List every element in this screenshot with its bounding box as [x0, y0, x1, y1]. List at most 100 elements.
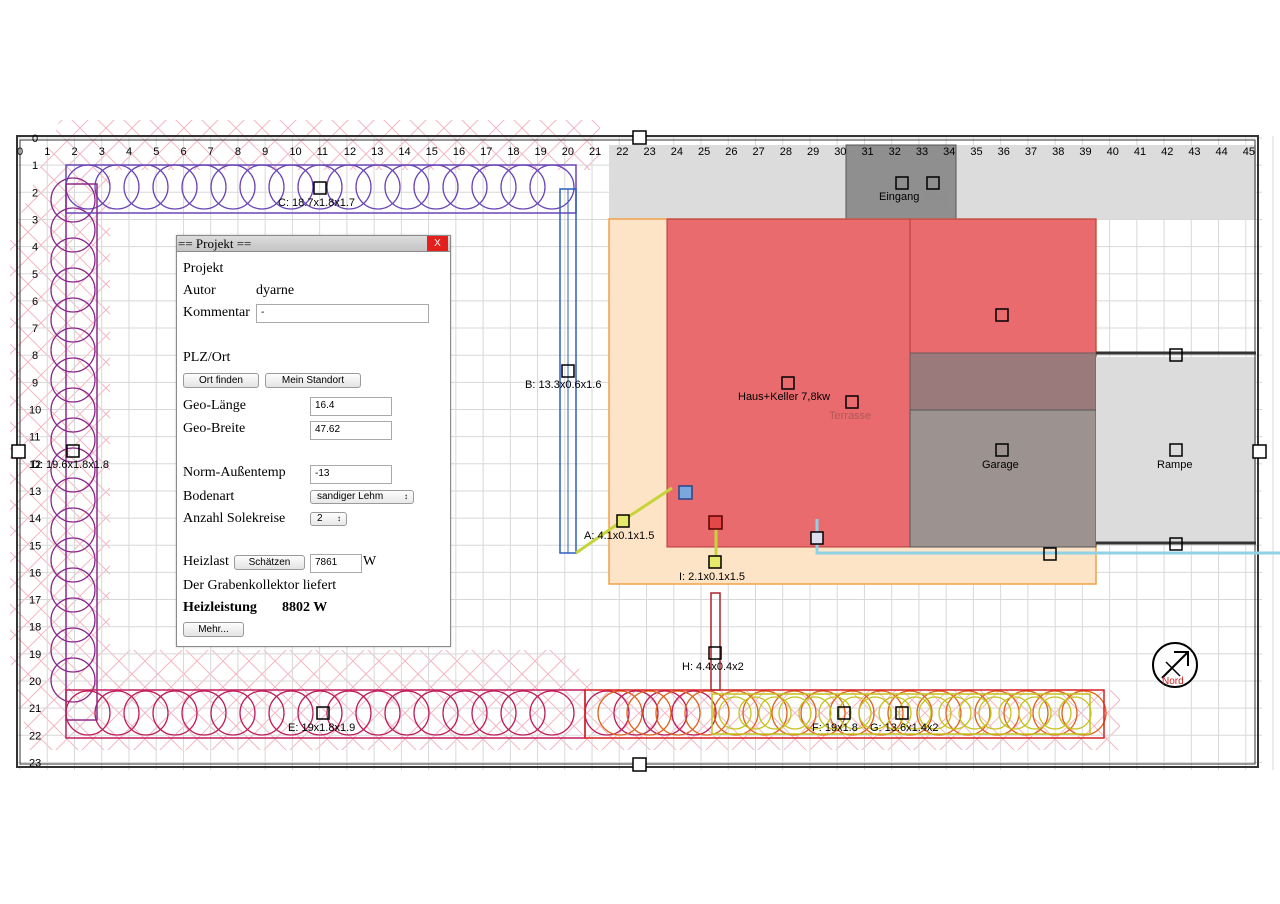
- panel-title-bar[interactable]: == Projekt == X: [177, 236, 450, 252]
- coil-loop: [938, 696, 972, 730]
- coil-loop: [413, 164, 459, 210]
- handle-square[interactable]: [632, 757, 647, 772]
- column-label: 35: [970, 146, 982, 158]
- column-label: 12: [344, 146, 356, 158]
- brine-select-value: 2: [317, 513, 323, 524]
- coil-loop: [50, 267, 96, 313]
- author-label: Autor: [183, 283, 216, 298]
- label-f: F: 19x1.8: [812, 722, 858, 734]
- room-area-top[interactable]: [909, 218, 1097, 354]
- row-label: 15: [29, 540, 41, 552]
- coil-loop: [210, 164, 256, 210]
- row-label: 16: [29, 567, 41, 579]
- collector-h[interactable]: [710, 592, 721, 691]
- coil-loop: [50, 657, 96, 703]
- row-label: 20: [29, 676, 41, 688]
- label-ramp: Rampe: [1157, 459, 1192, 471]
- column-label: 26: [725, 146, 737, 158]
- handle-square[interactable]: [708, 515, 723, 530]
- handle-square[interactable]: [11, 444, 26, 459]
- column-label: 20: [562, 146, 574, 158]
- coil-loop: [50, 237, 96, 283]
- column-label: 28: [780, 146, 792, 158]
- norm-temp-field[interactable]: -13: [310, 465, 392, 484]
- row-label: 1: [32, 160, 38, 172]
- coil-loop: [355, 164, 401, 210]
- comment-label: Kommentar: [183, 305, 250, 320]
- coil-loop: [50, 327, 96, 373]
- latitude-field[interactable]: 47.62: [310, 421, 392, 440]
- label-c: C: 18.7x1.8x1.7: [278, 197, 355, 209]
- label-path: Weg: [925, 192, 947, 204]
- column-label: 0: [17, 146, 23, 158]
- coil-loop: [529, 164, 575, 210]
- coil-loop: [181, 164, 227, 210]
- coil-loop: [442, 164, 488, 210]
- row-label: 2: [32, 187, 38, 199]
- house-area[interactable]: [666, 218, 911, 548]
- column-label: 1: [44, 146, 50, 158]
- column-label: 31: [861, 146, 873, 158]
- soil-select[interactable]: sandiger Lehm ↕: [310, 490, 414, 504]
- column-label: 38: [1052, 146, 1064, 158]
- handle-square[interactable]: [708, 555, 722, 569]
- brine-select[interactable]: 2 ↕: [310, 512, 347, 526]
- hatch-line: [1258, 110, 1280, 770]
- label-g: G: 13.6x1.4x2: [870, 722, 939, 734]
- heat-load-field[interactable]: 7861: [310, 554, 362, 573]
- column-label: 21: [589, 146, 601, 158]
- my-location-button[interactable]: Mein Standort: [265, 373, 361, 388]
- column-label: 22: [616, 146, 628, 158]
- hatch-line: [10, 120, 151, 750]
- supplies-text: Der Grabenkollektor liefert: [183, 578, 337, 593]
- comment-field[interactable]: -: [256, 304, 429, 323]
- column-label: 27: [752, 146, 764, 158]
- coil-loop: [1058, 696, 1092, 730]
- coil-loop: [529, 690, 575, 736]
- more-button[interactable]: Mehr...: [183, 622, 244, 637]
- row-label: 7: [32, 323, 38, 335]
- coil-loop: [384, 690, 430, 736]
- coil-loop: [123, 690, 169, 736]
- row-label: 4: [32, 242, 38, 254]
- row-label: 23: [29, 757, 41, 769]
- coil-loop: [442, 690, 488, 736]
- handle-square[interactable]: [810, 531, 824, 545]
- column-label: 32: [889, 146, 901, 158]
- coil-loop: [413, 690, 459, 736]
- column-label: 3: [99, 146, 105, 158]
- coil-loop: [181, 690, 227, 736]
- row-label: 10: [29, 405, 41, 417]
- coil-loop: [123, 164, 169, 210]
- soil-select-value: sandiger Lehm: [317, 491, 384, 502]
- column-label: 5: [153, 146, 159, 158]
- column-label: 45: [1243, 146, 1255, 158]
- garage-area[interactable]: [909, 409, 1097, 548]
- close-button[interactable]: X: [427, 236, 448, 251]
- transition-area[interactable]: [909, 352, 1097, 411]
- row-label: 13: [29, 486, 41, 498]
- ramp-area[interactable]: [1096, 357, 1256, 542]
- panel-title: == Projekt ==: [178, 236, 252, 251]
- row-label: 5: [32, 269, 38, 281]
- row-label: 19: [29, 649, 41, 661]
- column-label: 23: [644, 146, 656, 158]
- column-label: 24: [671, 146, 683, 158]
- find-location-button[interactable]: Ort finden: [183, 373, 259, 388]
- handle-square[interactable]: [1252, 444, 1267, 459]
- estimate-button[interactable]: Schätzen: [234, 555, 305, 570]
- handle-square[interactable]: [678, 485, 693, 500]
- handle-square[interactable]: [616, 514, 630, 528]
- row-label: 21: [29, 703, 41, 715]
- project-label: Projekt: [183, 261, 224, 276]
- soil-label: Bodenart: [183, 489, 235, 504]
- handle-square[interactable]: [632, 130, 647, 145]
- longitude-field[interactable]: 16.4: [310, 397, 392, 416]
- row-label: 18: [29, 622, 41, 634]
- coil-loop: [50, 567, 96, 613]
- project-panel[interactable]: == Projekt == X Projekt Autor dyarne Kom…: [176, 235, 451, 647]
- label-house: Haus+Keller 7,8kw: [738, 391, 830, 403]
- label-h: H: 4.4x0.4x2: [682, 661, 744, 673]
- latitude-label: Geo-Breite: [183, 421, 246, 436]
- column-label: 16: [453, 146, 465, 158]
